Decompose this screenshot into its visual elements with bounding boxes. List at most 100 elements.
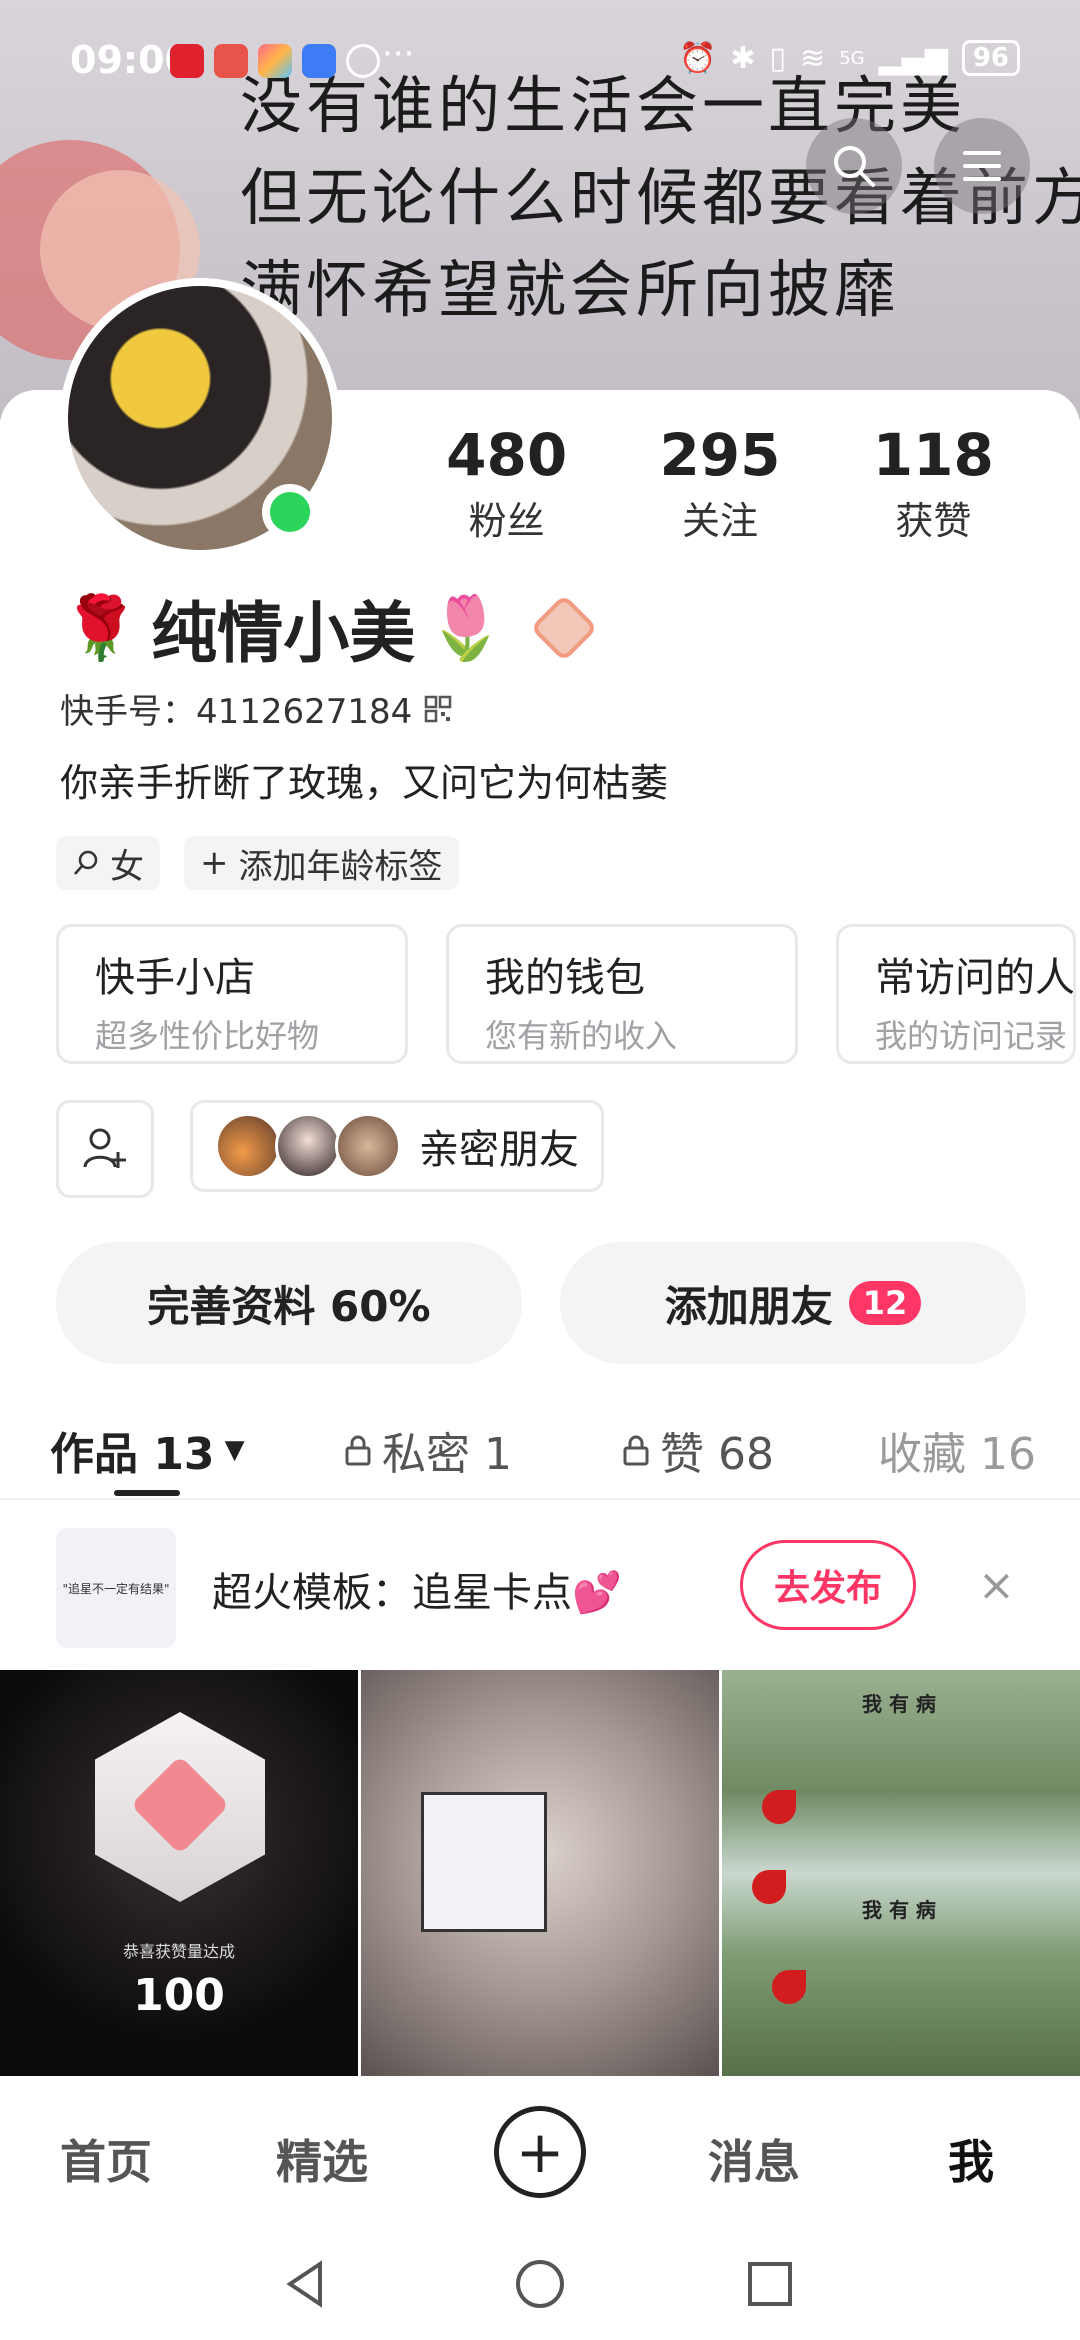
stat-value: 295: [659, 421, 781, 489]
rose-icon: [752, 1870, 786, 1904]
add-age-tag[interactable]: + 添加年龄标签: [184, 836, 459, 890]
qr-code-icon: [425, 695, 452, 722]
tab-private[interactable]: 私密 1: [344, 1418, 512, 1482]
frequent-visitors-card[interactable]: 常访问的人 我的访问记录: [836, 924, 1076, 1064]
nav-featured[interactable]: 精选: [276, 2126, 368, 2192]
gender-tag[interactable]: 女: [56, 836, 160, 890]
promo-text: 超火模板：追星卡点💕: [212, 1570, 622, 1616]
back-icon[interactable]: [280, 2258, 332, 2310]
card-subtitle: 您有新的收入: [485, 1017, 678, 1055]
action-buttons: 完善资料 60% 添加朋友 12: [56, 1242, 1026, 1364]
kuromi-sticker: [421, 1792, 547, 1932]
rose-icon: [762, 1790, 796, 1824]
home-icon[interactable]: [514, 2258, 566, 2310]
complete-profile-button[interactable]: 完善资料 60%: [56, 1242, 522, 1364]
add-person-button[interactable]: [56, 1100, 154, 1198]
tile-number: 100: [133, 1970, 225, 2021]
kuaishou-id[interactable]: 快手号：4112627184: [60, 684, 452, 733]
service-cards: 快手小店 超多性价比好物 我的钱包 您有新的收入 常访问的人 我的访问记录: [56, 924, 1076, 1064]
promo-publish-button[interactable]: 去发布: [740, 1540, 916, 1630]
nav-messages[interactable]: 消息: [708, 2126, 800, 2192]
promo-banner[interactable]: "追星不一定有结果" 超火模板：追星卡点💕 去发布 ×: [0, 1510, 1080, 1660]
kuaishou-id-text: 快手号：4112627184: [60, 692, 413, 732]
friend-avatar: [215, 1113, 281, 1179]
shop-card[interactable]: 快手小店 超多性价比好物: [56, 924, 408, 1064]
promo-thumb-text: "追星不一定有结果": [62, 1581, 170, 1596]
tulip-emoji: 🌷: [427, 591, 505, 664]
work-tile[interactable]: 我 有 病 我 有 病: [722, 1670, 1080, 2076]
menu-icon: [963, 151, 1001, 181]
profile-name: 纯情小美: [151, 595, 416, 672]
promo-thumbnail: "追星不一定有结果": [56, 1528, 176, 1648]
stat-value: 480: [446, 421, 568, 489]
online-status-dot: [262, 484, 318, 540]
rose-emoji: 🌹: [62, 591, 140, 664]
works-grid: 恭喜获赞量达成 100 我 有 病 我 有 病: [0, 1670, 1080, 2076]
work-tile[interactable]: [361, 1670, 719, 2076]
network-label: 5G: [839, 47, 865, 69]
add-friends-button[interactable]: 添加朋友 12: [560, 1242, 1026, 1364]
vibrate-icon: ▯: [769, 40, 787, 76]
active-tab-indicator: [114, 1490, 180, 1496]
close-friends-button[interactable]: 亲密朋友: [190, 1100, 604, 1192]
menu-button[interactable]: [934, 118, 1030, 214]
card-subtitle: 超多性价比好物: [95, 1017, 320, 1055]
tab-private-label: 私密 1: [382, 1429, 512, 1480]
status-bar: 09:00 ··· ⏰ ✱ ▯ ≋ 5G ▂▄▆ 96: [0, 0, 1080, 120]
female-icon: [74, 850, 98, 875]
friend-avatar: [275, 1113, 341, 1179]
create-button[interactable]: +: [494, 2106, 586, 2198]
battery-indicator: 96: [961, 40, 1020, 76]
level-badge-icon[interactable]: [530, 594, 599, 662]
add-friends-count-badge: 12: [848, 1281, 922, 1325]
rose-icon: [772, 1970, 806, 2004]
profile-name-row: 🌹 纯情小美 🌷: [62, 580, 599, 676]
profile-bio: 你亲手折断了玫瑰，又问它为何枯萎: [60, 761, 669, 805]
profile-stats: 480 粉丝 295 关注 118 获赞: [400, 420, 1040, 545]
recents-icon[interactable]: [744, 2258, 796, 2310]
tab-favorites[interactable]: 收藏 16: [878, 1418, 1036, 1482]
dropdown-icon: ▼: [224, 1435, 245, 1465]
tab-works-label: 作品 13: [50, 1429, 215, 1480]
card-subtitle: 我的访问记录: [875, 1017, 1068, 1055]
profile-tags: 女 + 添加年龄标签: [56, 836, 459, 890]
wechat-icon: [346, 44, 380, 78]
wallet-card[interactable]: 我的钱包 您有新的收入: [446, 924, 798, 1064]
status-app-icons: [170, 44, 380, 78]
stat-followers[interactable]: 480 粉丝: [400, 420, 613, 545]
banner-line: 满怀希望就会所向披靡: [240, 253, 901, 326]
stat-label: 粉丝: [468, 499, 545, 543]
app-notification-icon: [170, 44, 204, 78]
stat-likes[interactable]: 118 获赞: [827, 420, 1040, 545]
close-icon[interactable]: ×: [978, 1560, 1015, 1611]
add-person-icon: [83, 1128, 126, 1168]
nav-home[interactable]: 首页: [60, 2126, 152, 2192]
work-tile[interactable]: 恭喜获赞量达成 100: [0, 1670, 358, 2076]
tab-favorites-label: 收藏 16: [878, 1429, 1036, 1480]
stat-label: 关注: [681, 499, 758, 543]
search-button[interactable]: [806, 118, 902, 214]
lock-icon: [623, 1435, 649, 1466]
tab-works[interactable]: 作品 13 ▼: [50, 1418, 245, 1482]
add-friends-label: 添加朋友: [664, 1281, 833, 1331]
close-friends-label: 亲密朋友: [419, 1127, 579, 1173]
stat-label: 获赞: [895, 499, 972, 543]
wifi-icon: ≋: [800, 40, 826, 76]
tile-caption: 恭喜获赞量达成: [122, 1942, 235, 1961]
complete-profile-label: 完善资料 60%: [147, 1281, 431, 1331]
tab-likes-label: 赞 68: [660, 1429, 774, 1480]
more-notifications: ···: [382, 34, 415, 74]
app-notification-icon: [258, 44, 292, 78]
stat-following[interactable]: 295 关注: [613, 420, 826, 545]
plus-icon: +: [200, 843, 229, 883]
nav-me[interactable]: 我: [948, 2126, 994, 2192]
card-title: 常访问的人: [875, 955, 1075, 1001]
bluetooth-icon: ✱: [730, 40, 756, 76]
search-icon: [834, 146, 875, 187]
content-tabs: 作品 13 ▼ 私密 1 赞 68 收藏 16: [0, 1400, 1080, 1500]
system-nav-bar: [0, 2230, 1080, 2340]
tile-text: 我 有 病: [862, 1692, 936, 1716]
tab-likes[interactable]: 赞 68: [622, 1418, 774, 1482]
stat-value: 118: [872, 421, 994, 489]
bottom-nav: 首页 精选 + 消息 我: [0, 2080, 1080, 2230]
